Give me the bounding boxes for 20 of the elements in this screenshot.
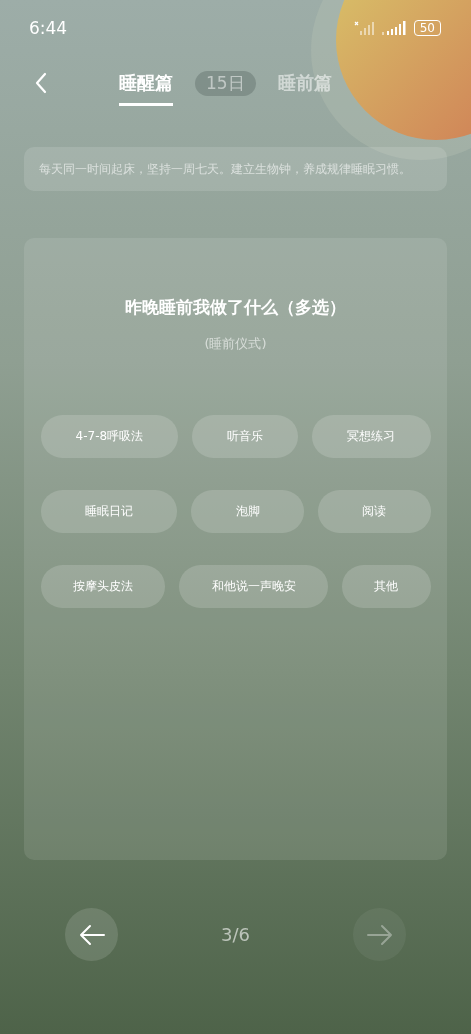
day-badge: 15日 [195, 70, 256, 96]
right-arrow-icon [365, 923, 394, 946]
tab[interactable]: 睡醒篇 [119, 71, 173, 106]
battery-level: 50 [413, 20, 441, 36]
option-chip[interactable]: 冥想练习 [312, 415, 431, 458]
option-chip[interactable]: 和他说一声晚安 [179, 565, 328, 608]
option-chip[interactable]: 阅读 [317, 490, 431, 533]
option-chip[interactable]: 睡眠日记 [40, 490, 178, 533]
back-icon[interactable] [34, 72, 48, 94]
left-arrow-icon [77, 923, 106, 946]
previous-button[interactable] [65, 908, 118, 961]
option-chip[interactable]: 其他 [341, 565, 431, 608]
option-chip[interactable]: 4-7-8呼吸法 [40, 415, 179, 458]
option-chip[interactable]: 听音乐 [192, 415, 299, 458]
question-title: 昨晚睡前我做了什么（多选） [125, 296, 346, 319]
signal-icon [381, 21, 408, 35]
clock-time: 6:44 [29, 18, 68, 38]
no-signal-icon [353, 21, 376, 35]
option-chip[interactable]: 泡脚 [191, 490, 304, 533]
option-chip[interactable]: 按摩头皮法 [40, 565, 166, 608]
